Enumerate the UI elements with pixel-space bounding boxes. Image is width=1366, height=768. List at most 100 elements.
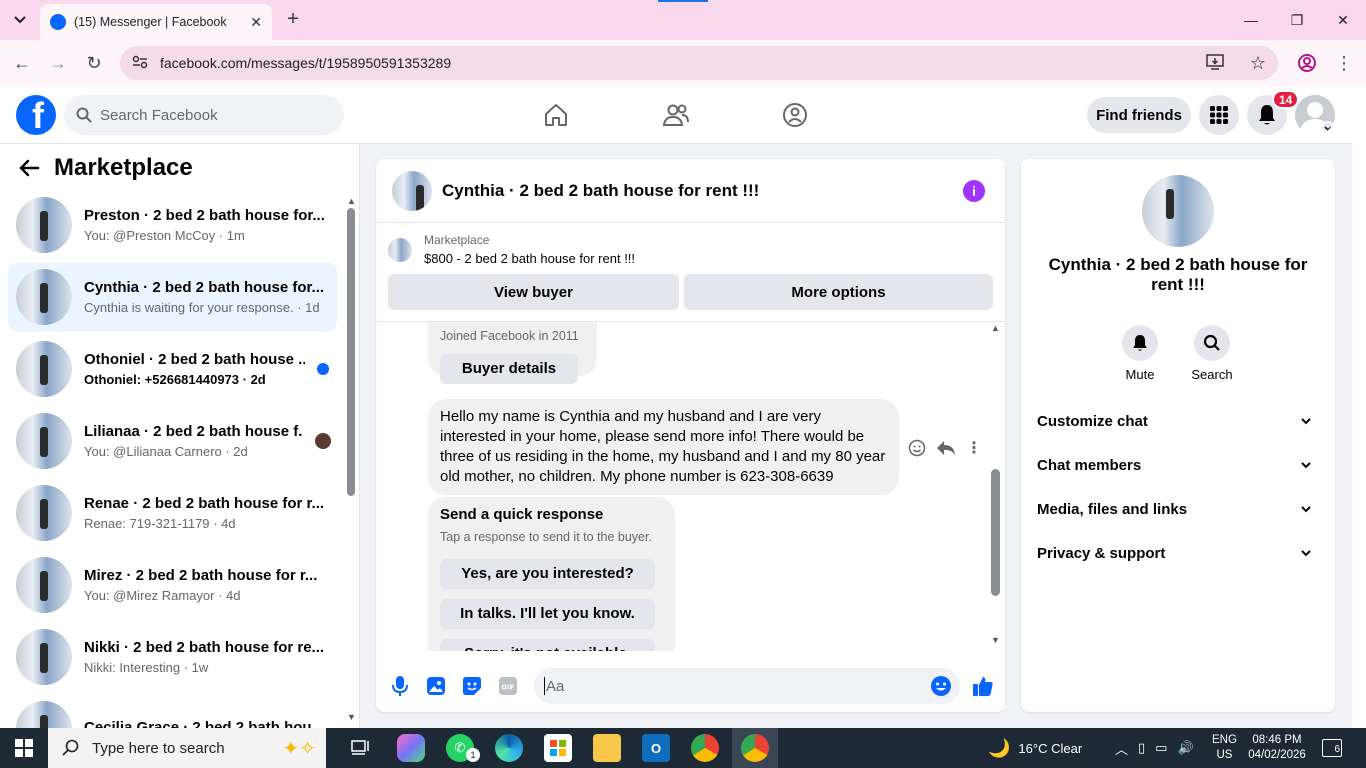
page-scrollbar[interactable]	[1352, 86, 1366, 728]
quick-reply-button[interactable]: Yes, are you interested?	[440, 559, 655, 589]
scroll-down-arrow-icon[interactable]: ▼	[347, 712, 356, 722]
find-friends-button[interactable]: Find friends	[1087, 97, 1191, 133]
chevron-down-icon	[14, 16, 26, 24]
maximize-button[interactable]: ❐	[1274, 0, 1320, 40]
microsoft-store-icon[interactable]	[544, 734, 572, 762]
media-files-links-section[interactable]: Media, files and links	[1037, 487, 1319, 531]
facebook-favicon-icon	[50, 14, 66, 30]
file-explorer-icon[interactable]	[593, 734, 621, 762]
home-icon[interactable]	[541, 100, 571, 130]
search-placeholder: Search Facebook	[100, 106, 218, 124]
browser-menu-icon[interactable]: ⋮	[1331, 50, 1357, 76]
address-bar[interactable]: facebook.com/messages/t/1958950591353289…	[120, 46, 1278, 80]
quick-reply-button[interactable]: Sorry, it's not available.	[440, 639, 655, 651]
groups-icon[interactable]	[780, 100, 810, 130]
language-indicator[interactable]: ENG US	[1212, 728, 1237, 768]
conversation-name: Mirez · 2 bed 2 bath house for r...	[84, 567, 318, 584]
buyer-details-button[interactable]: Buyer details	[440, 354, 578, 384]
tab-title: (15) Messenger | Facebook	[74, 15, 227, 29]
bookmark-star-icon[interactable]: ☆	[1250, 53, 1266, 74]
view-buyer-button[interactable]: View buyer	[388, 274, 679, 310]
task-view-icon[interactable]	[346, 734, 374, 762]
facebook-logo[interactable]: f	[16, 95, 56, 135]
menu-grid-icon[interactable]	[1199, 95, 1239, 135]
copilot-icon[interactable]	[397, 734, 425, 762]
more-options-button[interactable]: More options	[684, 274, 993, 310]
scroll-up-arrow-icon[interactable]: ▲	[991, 323, 1000, 333]
chat-avatar[interactable]	[392, 170, 432, 211]
install-app-icon[interactable]	[1206, 53, 1224, 73]
message-text: Hello my name is Cynthia and my husband …	[440, 408, 886, 485]
conversation-item-active[interactable]: Cynthia · 2 bed 2 bath house for... Cynth…	[8, 263, 337, 331]
conversation-item[interactable]: Mirez · 2 bed 2 bath house for r... You: …	[8, 551, 337, 619]
contact-avatar[interactable]	[1142, 175, 1214, 247]
conversation-item[interactable]: Lilianaa · 2 bed 2 bath house f... You: @…	[8, 407, 337, 475]
browser-tab[interactable]: (15) Messenger | Facebook ✕	[40, 4, 272, 40]
thumbs-up-icon[interactable]	[971, 674, 995, 698]
gif-icon[interactable]: GIF	[496, 674, 520, 698]
clock[interactable]: 08:46 PM 04/02/2026	[1247, 728, 1307, 768]
photo-icon[interactable]	[424, 674, 448, 698]
sidebar-scrollbar-thumb[interactable]	[347, 208, 355, 496]
account-avatar[interactable]	[1295, 95, 1335, 135]
window-close-button[interactable]: ✕	[1320, 0, 1366, 40]
reload-button[interactable]: ↻	[81, 50, 107, 76]
conversation-preview: You: @Mirez Ramayor · 4d	[84, 588, 241, 603]
tray-chevron-up-icon[interactable]: ︿	[1115, 739, 1128, 758]
more-dots-icon[interactable]: ⋮	[966, 438, 982, 458]
conversation-item[interactable]: Othoniel · 2 bed 2 bath house ... Othonie…	[8, 335, 337, 403]
customize-chat-section[interactable]: Customize chat	[1037, 399, 1319, 443]
conversation-item[interactable]: Preston · 2 bed 2 bath house for... You: …	[8, 191, 337, 259]
tray-device-icon[interactable]: ▯	[1138, 740, 1145, 756]
chrome-active-icon[interactable]	[741, 734, 769, 762]
back-button[interactable]: ←	[9, 50, 35, 76]
search-in-chat-button[interactable]: Search	[1182, 325, 1242, 382]
conversation-item[interactable]: Nikki · 2 bed 2 bath house for re... Nikk…	[8, 623, 337, 691]
new-tab-button[interactable]: +	[282, 8, 304, 30]
listing-summary: Marketplace $800 - 2 bed 2 bath house fo…	[388, 233, 635, 266]
outlook-icon[interactable]: O	[642, 734, 670, 762]
clock-date: 04/02/2026	[1248, 749, 1306, 761]
chat-title[interactable]: Cynthia · 2 bed 2 bath house for rent !!…	[442, 181, 759, 201]
listing-price-title[interactable]: $800 - 2 bed 2 bath house for rent !!!	[424, 251, 635, 266]
back-arrow-icon[interactable]	[18, 159, 40, 177]
facebook-search-input[interactable]: Search Facebook	[64, 95, 344, 135]
microphone-icon[interactable]	[388, 674, 412, 698]
address-toolbar: ← → ↻ facebook.com/messages/t/1958950591…	[0, 40, 1366, 86]
chrome-profile-icon[interactable]	[691, 734, 719, 762]
tab-close-icon[interactable]: ✕	[250, 14, 262, 31]
conversation-item[interactable]: Renae · 2 bed 2 bath house for r... Renae…	[8, 479, 337, 547]
privacy-support-section[interactable]: Privacy & support	[1037, 531, 1319, 575]
info-icon[interactable]: i	[963, 180, 985, 202]
network-icon[interactable]: ▭	[1155, 740, 1167, 756]
search-icon	[1194, 325, 1230, 361]
mute-button[interactable]: Mute	[1110, 325, 1170, 382]
conversation-item[interactable]: Cecilia Grace · 2 bed 2 bath hou...	[8, 695, 337, 728]
chat-scrollbar-thumb[interactable]	[991, 469, 1000, 596]
listing-thumbnail	[16, 341, 72, 397]
notification-center-icon[interactable]: 6	[1322, 728, 1342, 768]
sticker-icon[interactable]	[460, 674, 484, 698]
profile-icon[interactable]	[1294, 50, 1320, 76]
friends-icon[interactable]	[661, 100, 691, 130]
tab-list-button[interactable]	[8, 8, 32, 32]
volume-icon[interactable]: 🔊	[1177, 740, 1193, 756]
chevron-down-icon	[1301, 549, 1311, 556]
chat-members-section[interactable]: Chat members	[1037, 443, 1319, 487]
taskbar-search-box[interactable]: Type here to search ✦✧	[48, 728, 326, 768]
message-input[interactable]: Aa	[534, 668, 960, 704]
weather-widget[interactable]: 🌙 16°C Clear	[988, 728, 1082, 768]
site-settings-icon[interactable]	[132, 55, 148, 72]
reply-icon[interactable]	[936, 439, 956, 457]
react-emoji-icon[interactable]	[908, 439, 926, 457]
quick-reply-button[interactable]: In talks. I'll let you know.	[440, 599, 655, 629]
forward-button[interactable]: →	[45, 50, 71, 76]
quick-response-card: Send a quick response Tap a response to …	[428, 497, 675, 651]
emoji-icon[interactable]	[930, 675, 952, 701]
windows-start-icon[interactable]	[0, 728, 48, 768]
scroll-up-arrow-icon[interactable]: ▲	[347, 196, 356, 206]
minimize-button[interactable]: —	[1228, 0, 1274, 40]
scroll-down-arrow-icon[interactable]: ▼	[991, 635, 1000, 645]
message-composer: GIF Aa	[376, 662, 1005, 710]
edge-browser-icon[interactable]	[495, 734, 523, 762]
